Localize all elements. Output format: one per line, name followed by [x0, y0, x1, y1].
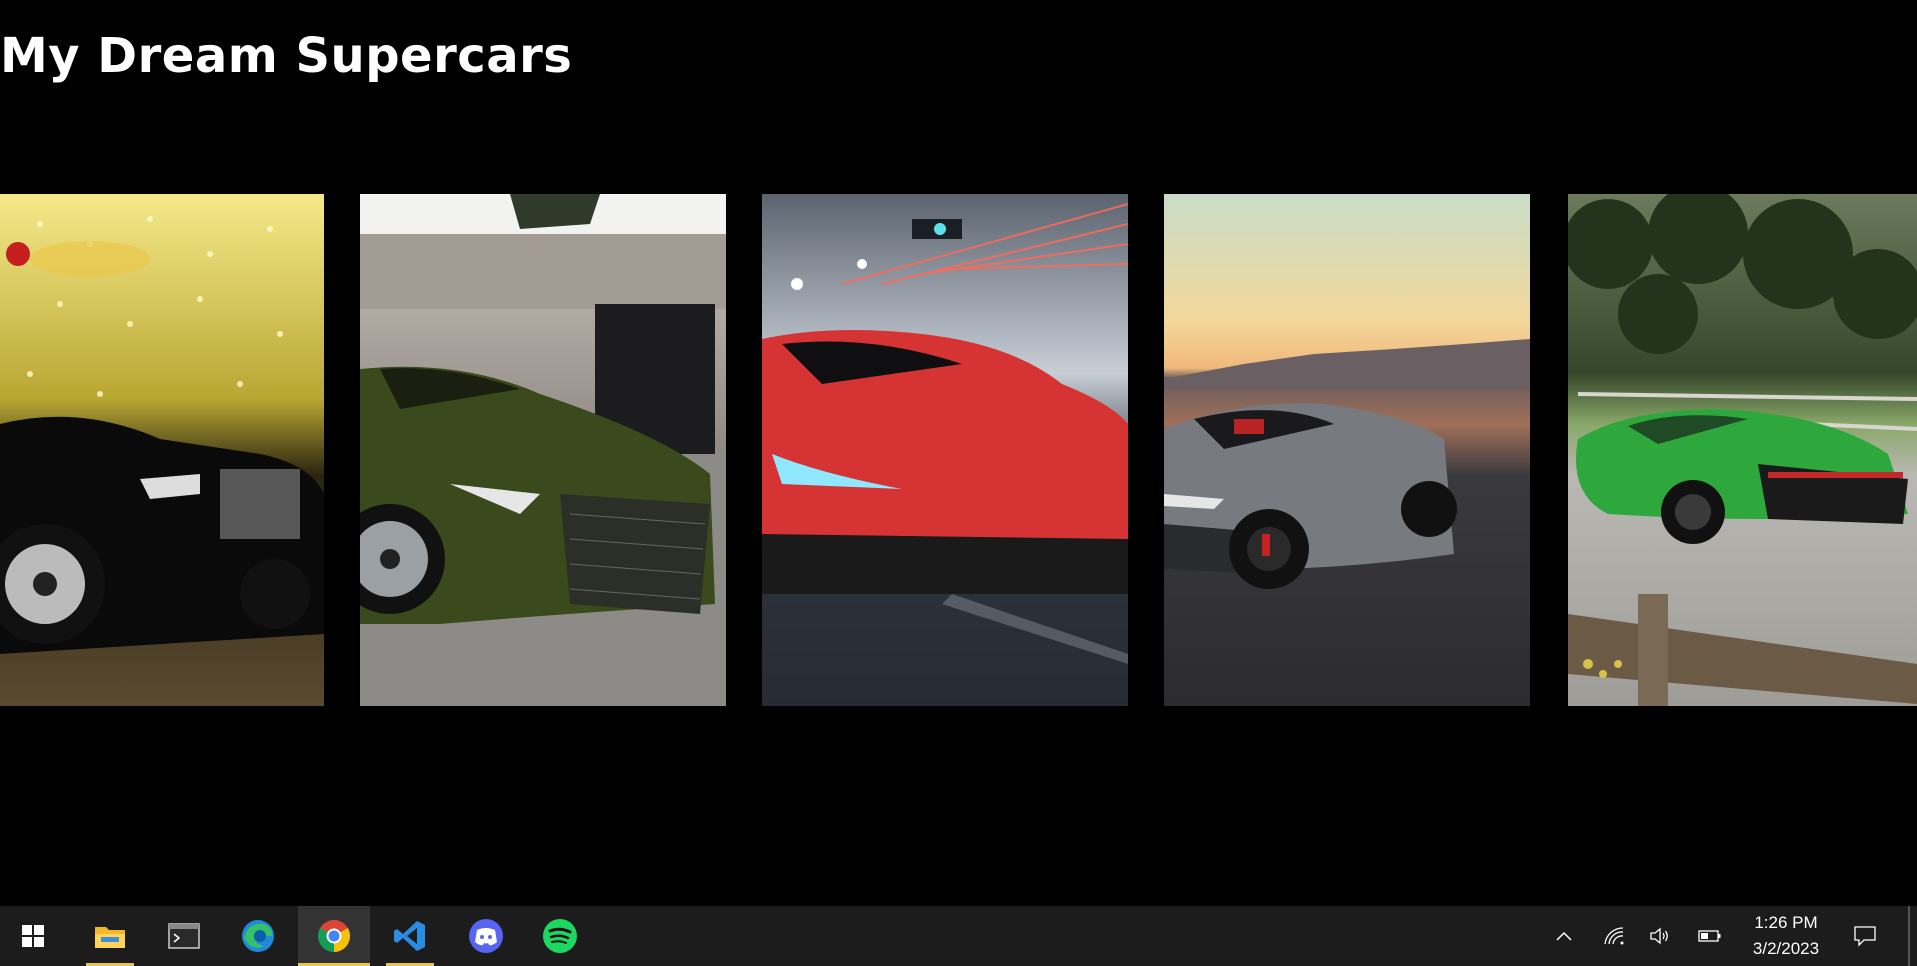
notification-center-button[interactable]	[1840, 906, 1890, 966]
notification-icon	[1854, 926, 1876, 947]
rolls-royce-photo	[0, 194, 324, 706]
acura-nsx-photo	[1164, 194, 1530, 706]
car-gallery	[0, 194, 1917, 706]
bugatti-photo	[1568, 194, 1917, 706]
car-image-lexus[interactable]	[360, 194, 726, 706]
taskbar-edge[interactable]	[222, 906, 294, 966]
show-desktop-button[interactable]	[1908, 906, 1910, 966]
mclaren-photo	[762, 194, 1128, 706]
taskbar: 1:26 PM 3/2/2023	[0, 906, 1917, 966]
network-button[interactable]	[1594, 906, 1634, 966]
battery-button[interactable]	[1690, 906, 1730, 966]
start-button[interactable]	[0, 906, 66, 966]
wifi-icon	[1604, 927, 1624, 945]
file-explorer-icon	[95, 927, 125, 948]
car-image-rolls-royce[interactable]	[0, 194, 324, 706]
page-title: My Dream Supercars	[0, 28, 573, 84]
volume-icon	[1650, 927, 1668, 945]
volume-button[interactable]	[1640, 906, 1680, 966]
chrome-icon	[317, 920, 351, 952]
windows-start-icon	[22, 925, 44, 947]
car-image-mclaren[interactable]	[762, 194, 1128, 706]
edge-icon	[242, 920, 274, 952]
discord-icon	[469, 919, 503, 953]
chevron-up-icon	[1556, 931, 1572, 941]
car-image-bugatti[interactable]	[1568, 194, 1917, 706]
taskbar-discord[interactable]	[450, 906, 522, 966]
taskbar-spotify[interactable]	[524, 906, 596, 966]
taskbar-file-explorer[interactable]	[74, 906, 146, 966]
show-hidden-icons-button[interactable]	[1544, 906, 1584, 966]
lexus-photo	[360, 194, 726, 706]
spotify-icon	[543, 919, 577, 953]
terminal-icon	[168, 923, 200, 949]
clock-time: 1:26 PM	[1754, 913, 1818, 932]
clock[interactable]: 1:26 PM 3/2/2023	[1736, 906, 1836, 966]
vscode-icon	[394, 921, 425, 951]
taskbar-vscode[interactable]	[374, 906, 446, 966]
battery-icon	[1698, 930, 1721, 942]
car-image-acura-nsx[interactable]	[1164, 194, 1530, 706]
clock-date: 3/2/2023	[1752, 939, 1820, 958]
taskbar-terminal[interactable]	[148, 906, 220, 966]
taskbar-chrome[interactable]	[298, 906, 370, 966]
